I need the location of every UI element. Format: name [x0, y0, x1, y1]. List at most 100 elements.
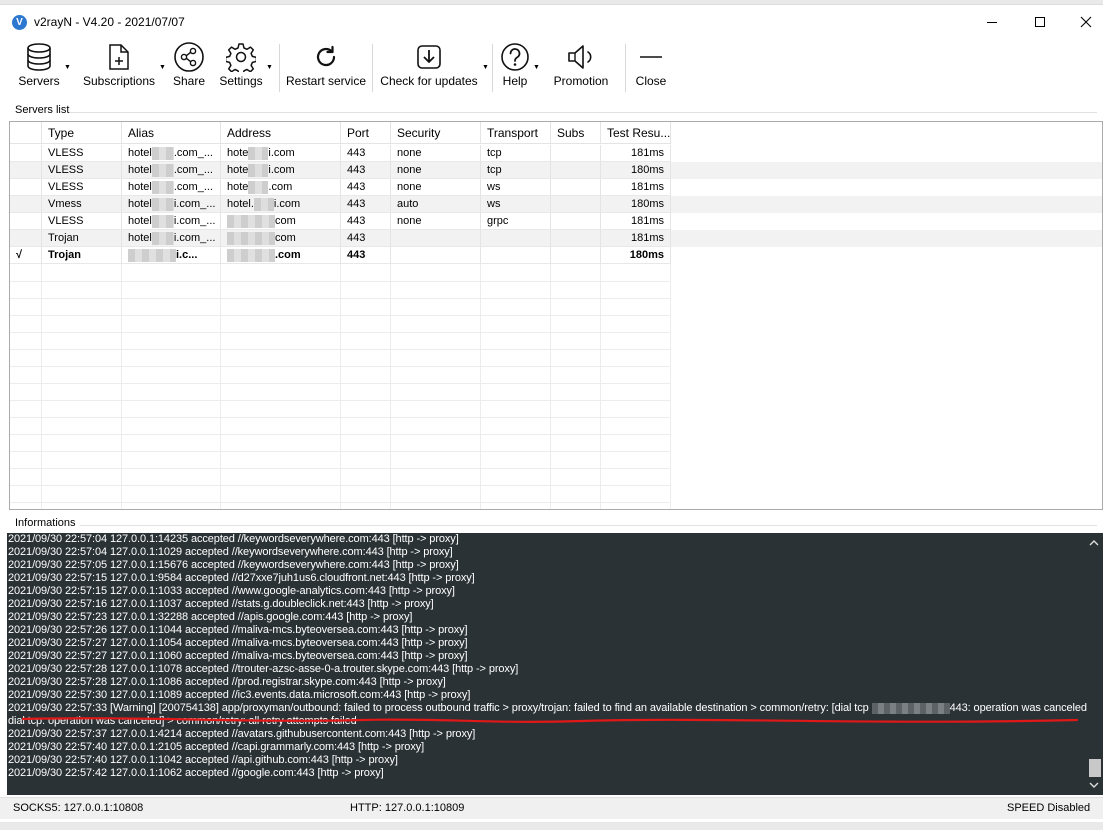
close-window-button[interactable]: [1063, 8, 1103, 36]
settings-dropdown-arrow[interactable]: ▼: [266, 64, 273, 71]
cell-subs: [551, 247, 601, 264]
table-row[interactable]: √ Trojan i.c... .com 443 180ms: [10, 247, 1102, 264]
log-line-text: 2021/09/30 22:57:26 127.0.0.1:1044 accep…: [8, 624, 468, 636]
cell-address: com: [221, 230, 341, 247]
help-menu-button[interactable]: Help: [498, 38, 532, 98]
redacted-blur: [151, 163, 174, 177]
redacted-blur: [227, 214, 275, 228]
log-line-text: 2021/09/30 22:57:28 127.0.0.1:1086 accep…: [8, 676, 446, 688]
empty-column-line: [121, 264, 122, 509]
empty-column-line: [340, 264, 341, 509]
column-header-active[interactable]: [10, 122, 42, 144]
log-line: 2021/09/30 22:57:04 127.0.0.1:14235 acce…: [8, 533, 1088, 546]
restart-icon: [316, 45, 336, 67]
minimize-button[interactable]: [969, 8, 1015, 36]
table-row[interactable]: VLESS hotel i.com_... com 443 none grpc 181ms: [10, 213, 1102, 230]
address-visible-part: com: [275, 215, 296, 227]
redacted-blur: [151, 214, 174, 228]
log-line: 2021/09/30 22:57:40 127.0.0.1:1042 accep…: [8, 754, 1088, 767]
cell-address: com: [221, 213, 341, 230]
close-app-button[interactable]: Close: [633, 38, 669, 98]
log-line-text: 2021/09/30 22:57:27 127.0.0.1:1060 accep…: [8, 650, 468, 662]
redacted-blur: [151, 146, 174, 160]
address-visible-part: hotel.: [227, 198, 254, 210]
cell-test-result: 181ms: [601, 213, 671, 230]
column-header-alias[interactable]: Alias: [122, 122, 221, 144]
promotion-button[interactable]: Promotion: [550, 38, 612, 98]
minus-icon: [640, 56, 662, 58]
log-line-text: 2021/09/30 22:57:40 127.0.0.1:2105 accep…: [8, 741, 425, 753]
restart-service-button[interactable]: Restart service: [285, 38, 367, 98]
subscriptions-menu-button[interactable]: Subscriptions: [80, 38, 158, 98]
servers-menu-button[interactable]: Servers: [15, 38, 63, 98]
cell-test-result: 180ms: [601, 196, 671, 213]
alias-visible-part: hotel: [128, 232, 152, 244]
window-top-edge: [0, 0, 1103, 5]
servers-table[interactable]: Type Alias Address Port Security Transpo…: [9, 121, 1103, 510]
toolbar-separator: [279, 44, 280, 92]
share-button[interactable]: Share: [171, 38, 207, 98]
servers-dropdown-arrow[interactable]: ▼: [64, 64, 71, 71]
cell-alias: hotel i.com_...: [122, 213, 221, 230]
column-header-address[interactable]: Address: [221, 122, 341, 144]
log-textbox[interactable]: 2021/09/30 22:57:04 127.0.0.1:14235 acce…: [7, 533, 1103, 795]
gear-icon: [226, 43, 256, 72]
maximize-icon: [1035, 17, 1045, 27]
download-icon: [417, 45, 441, 69]
redacted-blur: [128, 248, 176, 262]
column-header-transport[interactable]: Transport: [481, 122, 551, 144]
redacted-blur: [227, 231, 275, 245]
log-scrollbar-thumb[interactable]: [1089, 759, 1101, 777]
close-label: Close: [635, 74, 667, 88]
window-title: v2rayN - V4.20 - 2021/07/07: [34, 15, 185, 29]
check-for-updates-button[interactable]: Check for updates: [378, 38, 480, 98]
cell-subs: [551, 230, 601, 247]
maximize-button[interactable]: [1017, 8, 1063, 36]
cell-subs: [551, 213, 601, 230]
cell-active: [10, 213, 42, 230]
empty-column-line: [41, 264, 42, 509]
table-row[interactable]: Trojan hotel i.com_... com 443 181ms: [10, 230, 1102, 247]
log-line: 2021/09/30 22:57:42 127.0.0.1:1062 accep…: [8, 767, 1088, 780]
log-line: 2021/09/30 22:57:28 127.0.0.1:1086 accep…: [8, 676, 1088, 689]
table-row[interactable]: VLESS hotel .com_... hote .com 443 none ws 181ms: [10, 179, 1102, 196]
help-dropdown-arrow[interactable]: ▼: [533, 64, 540, 71]
cell-type: VLESS: [42, 162, 122, 179]
speed-status: SPEED Disabled: [1007, 802, 1091, 814]
log-line: 2021/09/30 22:57:15 127.0.0.1:1033 accep…: [8, 585, 1088, 598]
document-plus-icon: [109, 44, 129, 70]
cell-address: hote i.com: [221, 145, 341, 162]
cell-test-result: 180ms: [601, 247, 671, 264]
column-header-port[interactable]: Port: [341, 122, 391, 144]
table-row[interactable]: Vmess hotel i.com_... hotel. i.com 443 auto ws 1…: [10, 196, 1102, 213]
address-visible-part: hote: [227, 147, 249, 159]
log-lines: 2021/09/30 22:57:04 127.0.0.1:14235 acce…: [8, 533, 1088, 780]
cell-active: [10, 162, 42, 179]
address-visible-part: i.com: [268, 147, 295, 159]
subscriptions-dropdown-arrow[interactable]: ▼: [159, 64, 166, 71]
column-header-type[interactable]: Type: [42, 122, 122, 144]
log-line: 2021/09/30 22:57:28 127.0.0.1:1078 accep…: [8, 663, 1088, 676]
table-row[interactable]: VLESS hotel .com_... hote i.com 443 none tcp 180…: [10, 162, 1102, 179]
log-line-text: 2021/09/30 22:57:15 127.0.0.1:9584 accep…: [8, 572, 475, 584]
column-header-security[interactable]: Security: [391, 122, 481, 144]
address-visible-part: hote: [227, 164, 249, 176]
log-line-text: 2021/09/30 22:57:23 127.0.0.1:32288 acce…: [8, 611, 413, 623]
address-visible-part: i.com: [273, 198, 301, 210]
cell-test-result: 181ms: [601, 145, 671, 162]
table-row[interactable]: VLESS hotel .com_... hote i.com 443 none tcp 181…: [10, 145, 1102, 162]
settings-menu-button[interactable]: Settings: [218, 38, 264, 98]
updates-dropdown-arrow[interactable]: ▼: [482, 64, 489, 71]
column-header-subs[interactable]: Subs: [551, 122, 601, 144]
cell-port: 443: [341, 196, 391, 213]
scroll-up-arrow-icon[interactable]: [1088, 537, 1100, 549]
redacted-blur: [871, 702, 950, 714]
alias-visible-part: hotel: [128, 164, 152, 176]
log-line: 2021/09/30 22:57:16 127.0.0.1:1037 accep…: [8, 598, 1088, 611]
log-line: 2021/09/30 22:57:30 127.0.0.1:1089 accep…: [8, 689, 1088, 702]
cell-address: hotel. i.com: [221, 196, 341, 213]
column-header-test-result[interactable]: Test Resu...: [601, 122, 671, 144]
scroll-down-arrow-icon[interactable]: [1088, 779, 1100, 791]
cell-port: 443: [341, 247, 391, 264]
cell-security: none: [391, 179, 481, 196]
